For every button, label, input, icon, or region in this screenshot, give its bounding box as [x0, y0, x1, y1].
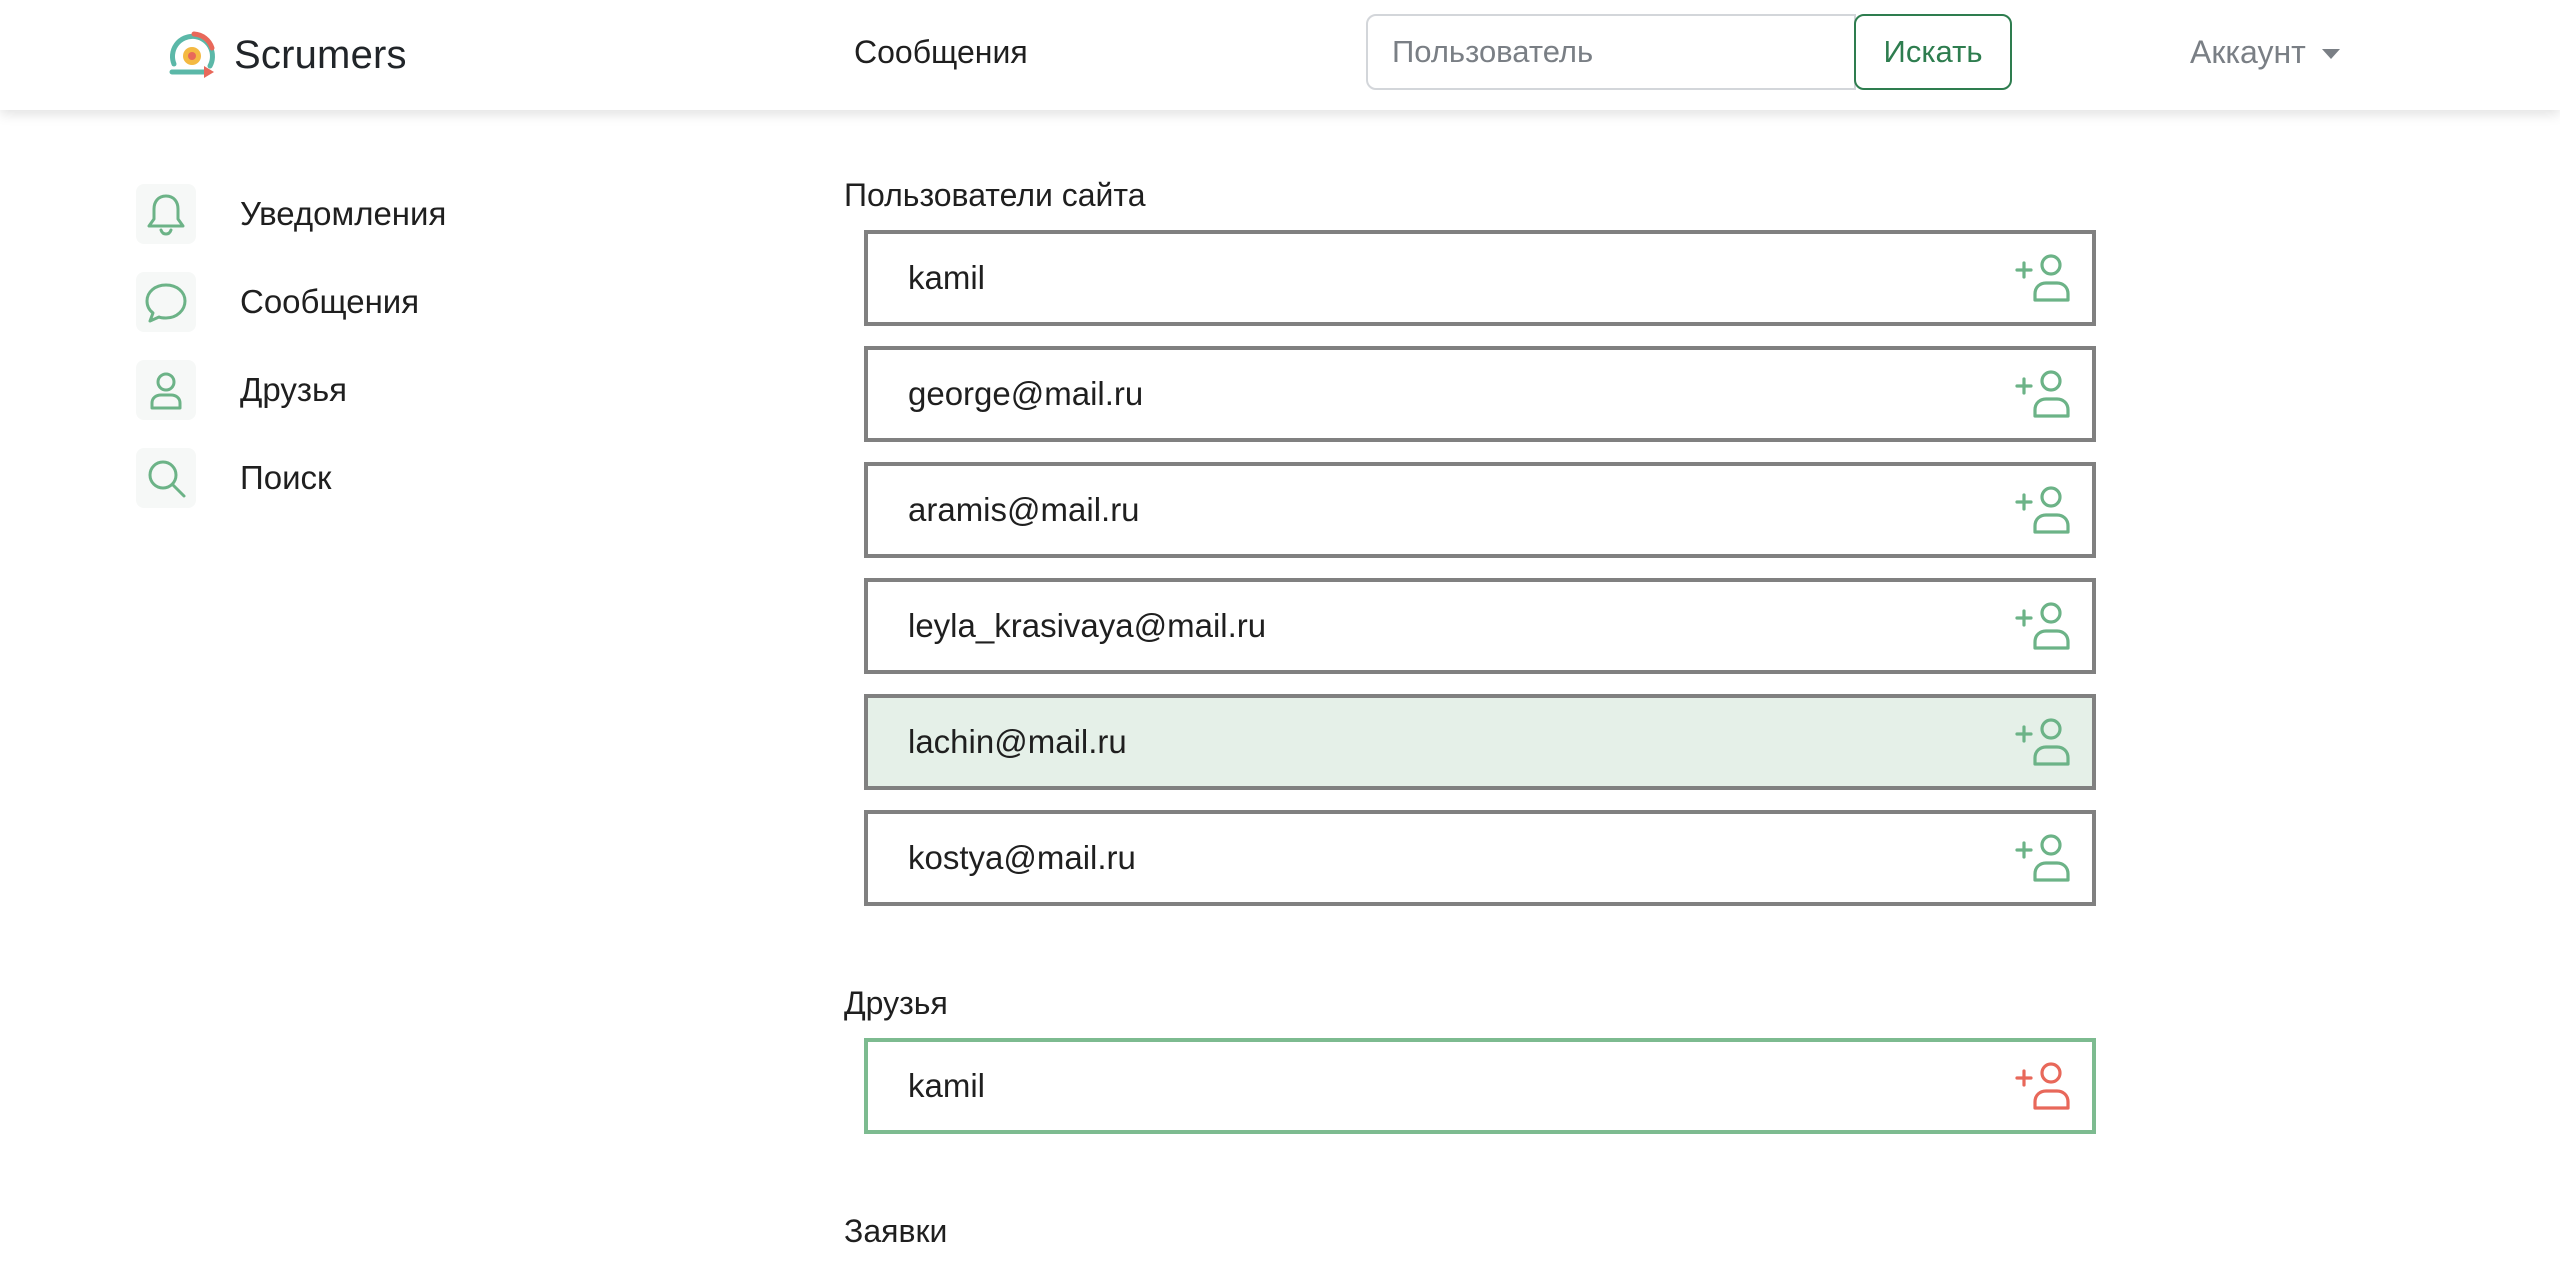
bell-icon	[136, 184, 196, 244]
sidebar-item-label: Сообщения	[240, 283, 420, 320]
brand-name: Scrumers	[234, 32, 407, 77]
user-row[interactable]: kamil	[864, 230, 2096, 326]
user-name: kamil	[908, 259, 986, 296]
top-navbar: Scrumers Сообщения Искать Аккаунт	[0, 0, 2560, 110]
account-dropdown[interactable]: Аккаунт	[2190, 34, 2340, 71]
user-name: kamil	[908, 1067, 986, 1104]
sidebar-item-label: Поиск	[240, 459, 332, 496]
site-users-list: kamil george@mail.ru aramis@mail.ru leyl…	[864, 230, 2104, 906]
brand-link[interactable]: Scrumers	[164, 26, 407, 84]
friend-row[interactable]: kamil	[864, 1038, 2096, 1134]
search-button[interactable]: Искать	[1854, 14, 2012, 90]
add-user-icon[interactable]	[2014, 827, 2076, 889]
scrumers-logo-icon	[169, 31, 215, 78]
friends-list: kamil	[864, 1038, 2104, 1134]
user-row[interactable]: kostya@mail.ru	[864, 810, 2096, 906]
user-row[interactable]: aramis@mail.ru	[864, 462, 2096, 558]
add-user-icon[interactable]	[2014, 1055, 2076, 1117]
add-user-icon[interactable]	[2014, 363, 2076, 425]
nav-messages-link[interactable]: Сообщения	[854, 34, 1028, 71]
user-name: aramis@mail.ru	[908, 491, 1140, 528]
add-user-icon[interactable]	[2014, 247, 2076, 309]
friends-title: Друзья	[844, 985, 948, 1021]
sidebar-item-label: Уведомления	[240, 195, 447, 232]
sidebar-item-friends[interactable]: Друзья	[136, 360, 556, 420]
search-icon	[136, 448, 196, 508]
user-row[interactable]: lachin@mail.ru	[864, 694, 2096, 790]
user-row[interactable]: george@mail.ru	[864, 346, 2096, 442]
search-form: Искать	[1366, 14, 2012, 90]
account-label: Аккаунт	[2190, 34, 2306, 70]
sidebar-item-search[interactable]: Поиск	[136, 448, 556, 508]
requests-title: Заявки	[844, 1213, 948, 1249]
user-icon	[136, 360, 196, 420]
chat-bubble-icon	[136, 272, 196, 332]
user-name: george@mail.ru	[908, 375, 1144, 412]
site-users-title: Пользователи сайта	[844, 177, 1146, 213]
user-row[interactable]: leyla_krasivaya@mail.ru	[864, 578, 2096, 674]
main-content: Пользователи сайта kamil george@mail.ru …	[844, 170, 2104, 1266]
user-name: lachin@mail.ru	[908, 723, 1127, 760]
user-name: kostya@mail.ru	[908, 839, 1136, 876]
sidebar-item-notifications[interactable]: Уведомления	[136, 184, 556, 244]
sidebar: Уведомления Сообщения Друзья Поиск	[136, 184, 556, 536]
add-user-icon[interactable]	[2014, 711, 2076, 773]
user-search-input[interactable]	[1366, 14, 1856, 90]
sidebar-item-messages[interactable]: Сообщения	[136, 272, 556, 332]
sidebar-item-label: Друзья	[240, 371, 348, 408]
user-name: leyla_krasivaya@mail.ru	[908, 607, 1267, 644]
chevron-down-icon	[2321, 48, 2340, 59]
add-user-icon[interactable]	[2014, 479, 2076, 541]
add-user-icon[interactable]	[2014, 595, 2076, 657]
